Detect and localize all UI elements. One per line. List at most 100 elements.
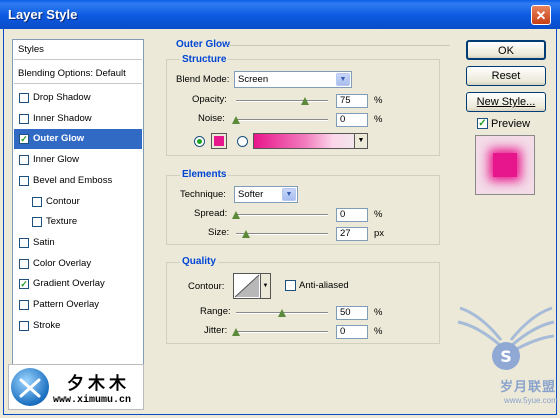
style-checkbox[interactable] [19,237,29,248]
solid-color-radio[interactable] [194,136,205,147]
style-item-inner-glow[interactable]: Inner Glow [14,150,142,170]
watermark-left-url: www.ximumu.cn [53,395,132,406]
blending-options-item[interactable]: Blending Options: Default [14,64,142,84]
gradient-radio[interactable] [237,136,248,147]
size-slider-thumb[interactable] [242,230,251,238]
noise-label: Noise: [198,113,225,124]
style-item-bevel-and-emboss[interactable]: Bevel and Emboss [14,171,142,191]
style-item-satin[interactable]: Satin [14,233,142,253]
style-item-outer-glow[interactable]: ✓ Outer Glow [14,129,142,150]
contour-label: Contour: [188,281,225,292]
quality-title: Quality [180,256,218,267]
style-item-label: Drop Shadow [33,92,91,103]
opacity-label: Opacity: [192,94,227,105]
title-bar [0,0,560,29]
spread-slider-thumb[interactable] [232,211,240,219]
spread-slider-track[interactable] [236,214,328,216]
jitter-slider-thumb[interactable] [232,328,240,336]
size-input[interactable]: 27 [336,227,368,241]
range-input[interactable]: 50 [336,306,368,320]
style-item-label: Contour [46,195,80,207]
chevron-down-icon: ▼ [336,73,350,86]
chevron-down-icon: ▼ [282,188,296,201]
reset-button[interactable]: Reset [466,66,546,86]
glow-color-swatch[interactable] [211,133,227,149]
noise-unit: % [374,114,383,125]
anti-aliased-checkbox[interactable] [285,280,296,291]
technique-value: Softer [238,189,264,200]
new-style-button[interactable]: New Style... [466,92,546,112]
structure-title: Structure [180,54,229,65]
window-title: Layer Style [8,7,78,22]
jitter-unit: % [374,326,383,337]
ok-button[interactable]: OK [466,40,546,60]
style-item-texture[interactable]: Texture [14,212,142,232]
opacity-input[interactable]: 75 [336,94,368,108]
style-checkbox[interactable] [19,113,29,124]
watermark-right-text: 岁月联盟 [500,380,557,395]
spread-input[interactable]: 0 [336,208,368,222]
blend-mode-label: Blend Mode: [176,74,230,85]
styles-list: Styles Blending Options: Default Drop Sh… [12,39,144,408]
jitter-input[interactable]: 0 [336,325,368,339]
opacity-slider-track[interactable] [236,100,328,102]
style-checkbox[interactable] [19,175,29,186]
style-item-label: Pattern Overlay [33,299,99,310]
style-item-label: Inner Glow [33,154,79,166]
style-item-label: Stroke [33,319,61,331]
style-item-label: Inner Shadow [33,112,92,124]
spread-unit: % [374,209,383,220]
style-item-gradient-overlay[interactable]: ✓ Gradient Overlay [14,274,142,294]
style-item-contour[interactable]: Contour [14,192,142,212]
contour-picker[interactable]: ▼ [233,273,271,299]
style-checkbox[interactable] [19,155,29,166]
style-checkbox[interactable] [32,217,42,228]
watermark-left: 夕木木 www.ximumu.cn [8,364,144,410]
noise-slider-thumb[interactable] [232,116,240,124]
section-divider [228,45,450,46]
style-item-label: Outer Glow [33,133,85,145]
noise-input[interactable]: 0 [336,113,368,127]
blend-mode-select[interactable]: Screen ▼ [234,71,352,88]
svg-text:S: S [500,347,512,366]
preview-glow-square [493,153,517,177]
ximumu-logo-icon [11,368,49,406]
noise-slider-track[interactable] [236,119,328,121]
range-unit: % [374,307,383,318]
jitter-label: Jitter: [204,325,228,336]
style-item-stroke[interactable]: Stroke [14,316,142,336]
style-item-label: Satin [33,236,55,248]
close-button[interactable]: ✕ [531,5,551,25]
style-checkbox[interactable] [19,300,29,310]
technique-select[interactable]: Softer ▼ [234,186,298,203]
blend-mode-value: Screen [238,74,269,85]
style-checkbox[interactable]: ✓ [19,279,29,290]
anti-aliased-label: Anti-aliased [299,280,349,291]
watermark-right: S 岁月联盟 www.5yue.com [456,300,558,412]
spread-label: Spread: [194,208,228,219]
preview-label: Preview [491,118,531,130]
technique-label: Technique: [180,189,226,200]
style-checkbox[interactable] [19,320,29,331]
style-checkbox[interactable] [19,93,29,103]
jitter-slider-track[interactable] [236,331,328,333]
styles-header[interactable]: Styles [14,40,142,60]
chevron-down-icon: ▼ [260,274,270,298]
style-checkbox[interactable] [19,258,29,269]
style-preview [475,135,535,195]
style-checkbox[interactable]: ✓ [19,134,29,145]
style-checkbox[interactable] [32,196,42,207]
style-item-pattern-overlay[interactable]: Pattern Overlay [14,295,142,315]
style-item-drop-shadow[interactable]: Drop Shadow [14,88,142,108]
style-item-color-overlay[interactable]: Color Overlay [14,254,142,274]
range-slider-thumb[interactable] [278,309,286,317]
style-item-label: Color Overlay [33,257,92,269]
radio-selected-dot [197,139,202,144]
style-item-label: Gradient Overlay [33,278,105,290]
preview-checkbox[interactable]: ✓ [477,118,488,129]
opacity-slider-thumb[interactable] [301,97,309,105]
style-item-inner-shadow[interactable]: Inner Shadow [14,109,142,129]
glow-gradient-picker[interactable]: ▼ [253,133,368,149]
watermark-left-text: 夕木木 [67,374,130,394]
range-label: Range: [200,306,231,317]
